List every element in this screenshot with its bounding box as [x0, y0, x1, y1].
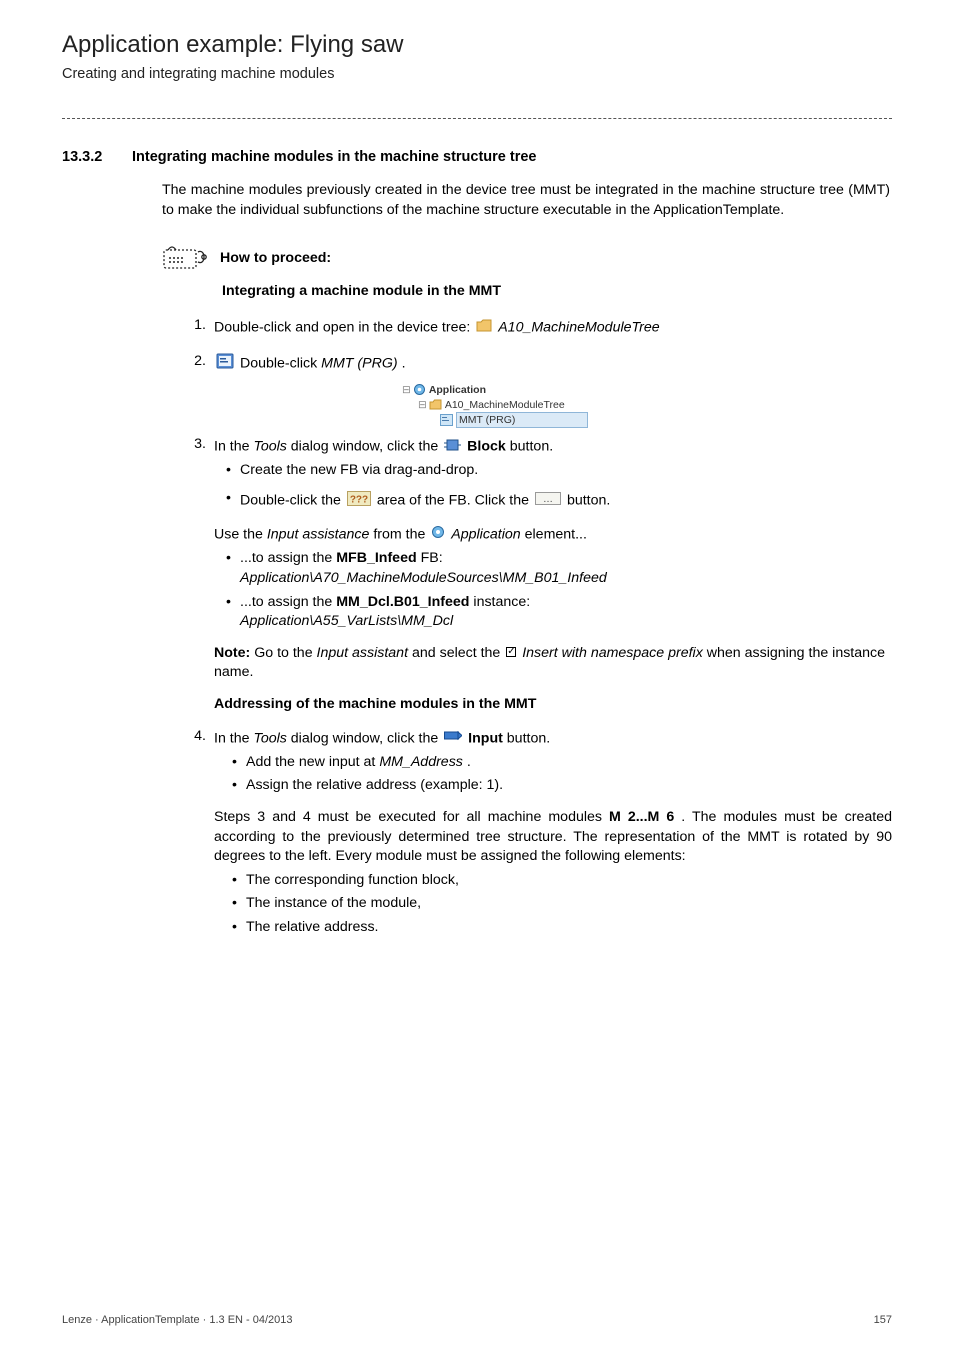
- svg-text:???: ???: [350, 494, 368, 505]
- s3-p-d: Application: [451, 527, 520, 543]
- s4-p-a: Steps 3 and 4 must be executed for all m…: [214, 809, 609, 825]
- page-title: Application example: Flying saw: [62, 28, 892, 61]
- step-4: 4. In the Tools dialog window, click the…: [192, 727, 892, 938]
- s3-a: In the: [214, 439, 253, 455]
- s3-p-a: Use the: [214, 527, 267, 543]
- note-b: Go to the: [254, 645, 316, 661]
- step-4-number: 4.: [192, 727, 214, 747]
- step-1-text-a: Double-click and open in the device tree…: [214, 319, 474, 335]
- qqq-icon: ???: [347, 490, 375, 506]
- page-number: 157: [874, 1313, 892, 1328]
- s4-b: Tools: [253, 730, 286, 746]
- step-3: 3. In the Tools dialog window, click the…: [192, 435, 892, 714]
- s3-c: dialog window, click the: [291, 439, 442, 455]
- input-icon: [444, 728, 466, 744]
- step-2-text-c: .: [402, 356, 406, 372]
- s3-sub2-c: button.: [567, 493, 610, 509]
- page-subtitle: Creating and integrating machine modules: [62, 64, 892, 84]
- s3-sub4-c: instance:: [473, 594, 530, 610]
- folder2-icon: [429, 398, 442, 412]
- note-a: Note:: [214, 645, 250, 661]
- s3-e: button.: [510, 439, 553, 455]
- s3-sub4-a: ...to assign the: [240, 594, 336, 610]
- step-2-number: 2.: [192, 352, 214, 372]
- step-1: 1. Double-click and open in the device t…: [192, 316, 892, 338]
- s4-e: button.: [507, 730, 550, 746]
- proceed-label: How to proceed:: [220, 249, 331, 269]
- section-heading: 13.3.2 Integrating machine modules in th…: [62, 147, 892, 167]
- s3-sub3-d: Application\A70_MachineModuleSources\MM_…: [240, 570, 607, 586]
- tree-app: Application: [429, 383, 486, 397]
- checkbox-icon: [506, 647, 516, 657]
- note-d: and select the: [412, 645, 504, 661]
- s4-sub1-b: MM_Address: [379, 754, 463, 770]
- note-e: Insert with namespace prefix: [522, 645, 703, 661]
- app-gear-icon: [413, 383, 426, 397]
- step-2-text-b: MMT (PRG): [321, 356, 397, 372]
- s4-p-b: M 2...M 6: [609, 809, 674, 825]
- s3-p-b: Input assistance: [267, 527, 370, 543]
- s4-a: In the: [214, 730, 253, 746]
- section-number: 13.3.2: [62, 147, 132, 167]
- app-gear2-icon: [431, 524, 449, 540]
- section-title: Integrating machine modules in the machi…: [132, 147, 536, 167]
- ellipsis-button-icon: …: [535, 490, 565, 506]
- note-c: Input assistant: [317, 645, 409, 661]
- prg-icon: [216, 353, 238, 369]
- s3-p-e: element...: [525, 527, 587, 543]
- s3-sub3-b: MFB_Infeed: [336, 550, 416, 566]
- step-2: 2. Double-click MMT (PRG) .: [192, 352, 892, 374]
- divider: [62, 118, 892, 119]
- s4-sub4: The instance of the module,: [246, 894, 892, 914]
- step-1-number: 1.: [192, 316, 214, 336]
- footer-left: Lenze · ApplicationTemplate · 1.3 EN - 0…: [62, 1313, 293, 1328]
- s4-c: dialog window, click the: [291, 730, 442, 746]
- tree-leaf: MMT (PRG): [456, 412, 588, 428]
- proceed-icon: [162, 244, 214, 272]
- tree-folder: A10_MachineModuleTree: [445, 398, 565, 412]
- s3-sub4-b: MM_Dcl.B01_Infeed: [336, 594, 469, 610]
- s3-b: Tools: [253, 439, 286, 455]
- section-intro: The machine modules previously created i…: [162, 181, 890, 220]
- subhead-integrating: Integrating a machine module in the MMT: [222, 282, 890, 302]
- s3-sub1: Create the new FB via drag-and-drop.: [240, 461, 892, 481]
- how-to-proceed: How to proceed:: [162, 244, 892, 272]
- s4-sub2: Assign the relative address (example: 1)…: [246, 776, 892, 796]
- page-footer: Lenze · ApplicationTemplate · 1.3 EN - 0…: [62, 1313, 892, 1328]
- step-3-number: 3.: [192, 435, 214, 455]
- svg-text:…: …: [543, 494, 553, 505]
- s4-sub1-a: Add the new input at: [246, 754, 379, 770]
- prg2-icon: [440, 413, 453, 427]
- s4-sub1-c: .: [467, 754, 471, 770]
- s3-sub2-b: area of the FB. Click the: [377, 493, 533, 509]
- s4-d: Input: [468, 730, 503, 746]
- s3-sub3-c: FB:: [421, 550, 443, 566]
- s3-d: Block: [467, 439, 506, 455]
- block-icon: [444, 436, 465, 452]
- s3-sub3-a: ...to assign the: [240, 550, 336, 566]
- step-1-text-b: A10_MachineModuleTree: [498, 319, 659, 335]
- s3-sub2-a: Double-click the: [240, 493, 345, 509]
- device-tree-screenshot: ⊟ Application ⊟ A10_MachineModuleTree MM…: [402, 382, 662, 427]
- folder-icon: [476, 317, 496, 333]
- s4-sub3: The corresponding function block,: [246, 871, 892, 891]
- s3-sub4-d: Application\A55_VarLists\MM_Dcl: [240, 613, 453, 629]
- s3-p-c: from the: [373, 527, 429, 543]
- s4-sub5: The relative address.: [246, 918, 892, 938]
- step-2-text-a: Double-click: [240, 356, 321, 372]
- subhead-addressing: Addressing of the machine modules in the…: [214, 695, 892, 715]
